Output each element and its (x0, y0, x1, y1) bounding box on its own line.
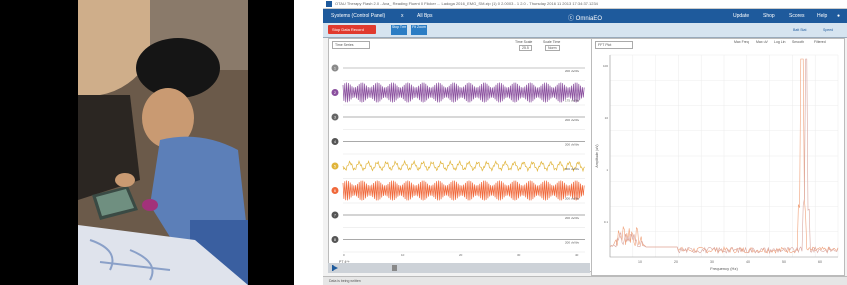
channel-7-number: 7 (334, 213, 336, 217)
menu-bar: Systems (Control Panel) x All Bps ⓒ Omni… (323, 9, 847, 23)
channel-1-scale-label: 200 uV/div (565, 69, 580, 73)
playback-slider-handle[interactable] (392, 265, 397, 271)
fft-y-tick-label: 10 (605, 116, 609, 120)
menu-all-bps[interactable]: All Bps (417, 13, 433, 19)
x-tick-label: 0 (343, 253, 345, 257)
fft-x-tick-label: 20 (674, 260, 678, 264)
x-tick-label: 40 (575, 253, 579, 257)
play-icon[interactable] (332, 265, 338, 271)
app-icon (326, 1, 332, 7)
channel-7-scale-label: 200 uV/div (565, 216, 580, 220)
time-series-panel: Time Series Time Scale 25.5 Scale Time N… (328, 38, 592, 272)
fft-x-tick-label: 60 (818, 260, 822, 264)
time-scale-select[interactable]: 25.5 (519, 45, 532, 51)
fft-x-tick-label: 50 (782, 260, 786, 264)
scale-time-label: Scale Time (543, 40, 561, 44)
channel-1-number: 1 (334, 66, 336, 70)
status-text: Data is being written (329, 279, 361, 283)
channel-4-scale-label: 200 uV/div (565, 143, 580, 147)
ganglion-gui-window: OTAU Therapy Flash 2.0 - Ava_ Reading Fl… (323, 0, 847, 285)
smooth-label[interactable]: Smooth (792, 40, 804, 44)
fft-panel: FFT Plot Max Freq Max uV Log Lin Smooth … (591, 38, 845, 276)
time-series-plot: 1 200 uV/div 2 175 uV/div 3 200 uV/div 4 200 uV… (331, 64, 585, 257)
fft-plot: 10 20 30 40 50 60 100 10 1 0.1 Frequency (Hz) Ampli… (595, 54, 839, 271)
stop-data-record-button[interactable]: Stop Data Record (328, 25, 376, 34)
fit-zoom-button[interactable]: Fit Zoom (411, 25, 427, 35)
x-tick-label: 20 (459, 253, 463, 257)
menu-help[interactable]: Help (817, 13, 827, 19)
channel-6-trace (342, 180, 585, 201)
fft-y-tick-label: 100 (603, 64, 608, 68)
max-freq-label[interactable]: Max Freq (734, 40, 749, 44)
fft-x-axis-label: Frequency (Hz) (710, 266, 738, 271)
title-bar: OTAU Therapy Flash 2.0 - Ava_ Reading Fl… (323, 0, 847, 9)
channel-5-number: 5 (334, 164, 336, 168)
channel-2-number: 2 (334, 91, 336, 95)
child-with-tablet-photo (0, 0, 294, 285)
fft-x-tick-label: 40 (746, 260, 750, 264)
x-tick-label: 30 (517, 253, 521, 257)
menu-scores[interactable]: Scores (789, 13, 805, 19)
fft-y-axis-label: Amplitude (uV) (595, 144, 599, 167)
channel-5-scale-label: 200 uV/div (565, 167, 580, 171)
channel-8-scale-label: 200 uV/div (565, 241, 580, 245)
stop-timer-button[interactable]: Stop Tmr (391, 25, 407, 35)
filtered-label[interactable]: Filtered (814, 40, 826, 44)
toolbar: Stop Data Record Stop Tmr Fit Zoom Batt … (323, 23, 847, 38)
fft-widget-dropdown[interactable]: FFT Plot (595, 41, 633, 49)
fft-x-tick-label: 10 (638, 260, 642, 264)
channel-2-trace (342, 82, 585, 103)
channel-3-scale-label: 200 uV/div (565, 118, 580, 122)
channel-6-number: 6 (334, 189, 336, 193)
speed-link[interactable]: Speed (823, 28, 833, 32)
fft-y-tick-label: 1 (606, 168, 608, 172)
channel-3-number: 3 (334, 115, 336, 119)
battery-status-link[interactable]: Batt Stat (793, 28, 806, 32)
status-bar: Data is being written (323, 276, 847, 285)
channel-2-scale-label: 175 uV/div (565, 99, 580, 103)
channel-8-number: 8 (334, 238, 336, 242)
time-scale-label: Time Scale (515, 40, 533, 44)
widget-select-dropdown[interactable]: Time Series (332, 41, 370, 49)
channel-5-trace (342, 159, 585, 173)
close-panel-icon[interactable]: x (401, 13, 404, 19)
menu-status-icon: ● (837, 13, 841, 19)
menu-update[interactable]: Update (733, 13, 749, 19)
log-lin-label[interactable]: Log Lin (774, 40, 785, 44)
channel-4-number: 4 (334, 140, 336, 144)
fft-x-tick-label: 30 (710, 260, 714, 264)
channel-6-scale-label: 200 uV/div (565, 197, 580, 201)
menu-shop[interactable]: Shop (763, 13, 775, 19)
max-uv-label[interactable]: Max uV (756, 40, 768, 44)
scale-select[interactable]: Norm (545, 45, 560, 51)
x-tick-label: 10 (401, 253, 405, 257)
menu-systems-control-panel[interactable]: Systems (Control Panel) (331, 13, 385, 19)
window-title: OTAU Therapy Flash 2.0 - Ava_ Reading Fl… (335, 1, 598, 6)
video-frame (0, 0, 294, 285)
fft-y-tick-label: 0.1 (604, 220, 609, 224)
playback-bar[interactable] (328, 263, 590, 273)
brand-logo: ⓒ OmniaEO (568, 16, 603, 22)
